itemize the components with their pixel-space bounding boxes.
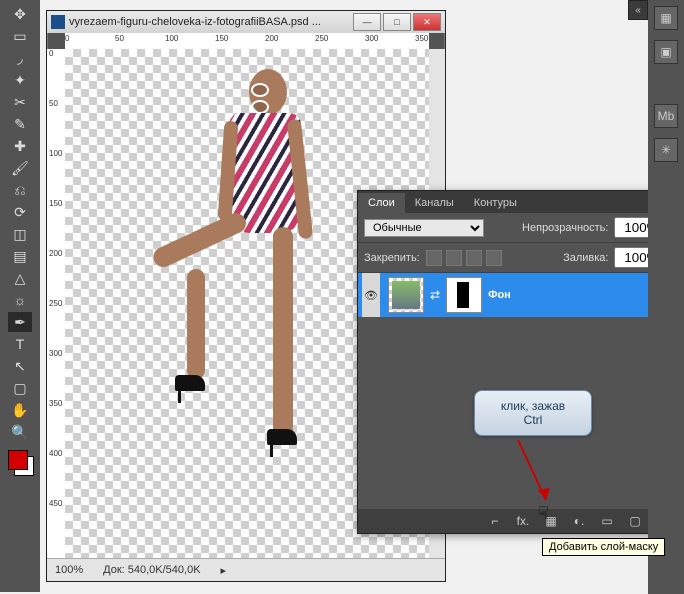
eraser-tool[interactable]: ◫ bbox=[8, 224, 32, 244]
lock-label: Закрепить: bbox=[364, 252, 420, 264]
lock-row: Закрепить: Заливка: ▸ bbox=[358, 243, 680, 273]
link-icon[interactable]: ⇄ bbox=[430, 288, 440, 302]
styles-icon[interactable]: ✳ bbox=[654, 138, 678, 162]
app-icon bbox=[51, 15, 65, 29]
eyedropper-tool[interactable]: ✎ bbox=[8, 114, 32, 134]
blur-tool[interactable]: △ bbox=[8, 268, 32, 288]
lock-pixels-icon[interactable] bbox=[446, 250, 462, 266]
ruler-vertical[interactable]: 0 50 100 150 200 250 300 350 400 450 bbox=[47, 49, 65, 559]
tooltip: Добавить слой-маску bbox=[542, 538, 665, 556]
tab-layers[interactable]: Слои bbox=[358, 193, 405, 213]
move-tool[interactable]: ✥ bbox=[8, 4, 32, 24]
panel-tabs: Слои Каналы Контуры ▸≡ bbox=[358, 191, 680, 213]
history-brush-tool[interactable]: ⟳ bbox=[8, 202, 32, 222]
toolbox: ✥ ▭ ◞ ✦ ✂ ✎ ✚ 🖌 ⎌ ⟳ ◫ ▤ △ ☼ ✒ T ↖ ▢ ✋ 🔍 bbox=[0, 0, 40, 592]
lock-position-icon[interactable] bbox=[466, 250, 482, 266]
marquee-tool[interactable]: ▭ bbox=[8, 26, 32, 46]
mask-thumbnail[interactable] bbox=[446, 277, 482, 313]
link-icon[interactable]: ⌐ bbox=[486, 512, 504, 530]
pen-tool[interactable]: ✒ bbox=[8, 312, 32, 332]
layers-panel: Слои Каналы Контуры ▸≡ Обычные Непрозрач… bbox=[357, 190, 681, 534]
type-tool[interactable]: T bbox=[8, 334, 32, 354]
swatches-icon[interactable]: ▣ bbox=[654, 40, 678, 64]
brush-tool[interactable]: 🖌 bbox=[8, 158, 32, 178]
right-dock: ▦ ▣ Mb ✳ bbox=[648, 0, 684, 594]
maximize-button[interactable]: □ bbox=[383, 13, 411, 31]
ruler-horizontal[interactable]: 0 50 100 150 200 250 300 350 bbox=[65, 33, 429, 49]
blend-mode-select[interactable]: Обычные bbox=[364, 219, 484, 237]
panel-footer: ⌐ fx. ▦ ◐. ▭ ▢ 🗑 bbox=[358, 509, 680, 533]
character-icon[interactable]: Mb bbox=[654, 104, 678, 128]
zoom-level[interactable]: 100% bbox=[55, 564, 83, 576]
group-icon[interactable]: ▭ bbox=[598, 512, 616, 530]
visibility-icon[interactable]: 👁 bbox=[362, 273, 380, 317]
panel-expand-icon[interactable]: « bbox=[628, 0, 648, 20]
gradient-tool[interactable]: ▤ bbox=[8, 246, 32, 266]
tab-paths[interactable]: Контуры bbox=[464, 193, 527, 213]
opacity-label: Непрозрачность: bbox=[522, 222, 608, 234]
crop-tool[interactable]: ✂ bbox=[8, 92, 32, 112]
history-icon[interactable]: ▦ bbox=[654, 6, 678, 30]
tab-channels[interactable]: Каналы bbox=[405, 193, 464, 213]
rectangle-tool[interactable]: ▢ bbox=[8, 378, 32, 398]
layer-thumbnail[interactable] bbox=[388, 277, 424, 313]
path-select-tool[interactable]: ↖ bbox=[8, 356, 32, 376]
zoom-tool[interactable]: 🔍 bbox=[8, 422, 32, 442]
instruction-callout: клик, зажав Ctrl bbox=[474, 390, 592, 436]
status-arrow[interactable]: ▸ bbox=[221, 564, 227, 577]
adjustment-icon[interactable]: ◐. bbox=[570, 512, 588, 530]
hand-tool[interactable]: ✋ bbox=[8, 400, 32, 420]
doc-size: Док: 540,0K/540,0K bbox=[103, 564, 200, 576]
fill-label: Заливка: bbox=[563, 252, 608, 264]
status-bar: 100% Док: 540,0K/540,0K ▸ bbox=[47, 558, 445, 581]
callout-line2: Ctrl bbox=[481, 413, 585, 427]
layers-list[interactable]: 👁 ⇄ Фон bbox=[358, 273, 680, 473]
blend-row: Обычные Непрозрачность: ▸ bbox=[358, 213, 680, 243]
fx-icon[interactable]: fx. bbox=[514, 512, 532, 530]
callout-line1: клик, зажав bbox=[481, 399, 585, 413]
lock-transparency-icon[interactable] bbox=[426, 250, 442, 266]
clone-stamp-tool[interactable]: ⎌ bbox=[8, 180, 32, 200]
window-title: vyrezaem-figuru-cheloveka-iz-fotografiiB… bbox=[65, 16, 353, 28]
healing-brush-tool[interactable]: ✚ bbox=[8, 136, 32, 156]
mask-icon[interactable]: ▦ bbox=[542, 512, 560, 530]
cutout-figure bbox=[157, 69, 337, 499]
dodge-tool[interactable]: ☼ bbox=[8, 290, 32, 310]
layer-name[interactable]: Фон bbox=[488, 289, 511, 301]
titlebar[interactable]: vyrezaem-figuru-cheloveka-iz-fotografiiB… bbox=[47, 11, 445, 33]
color-swatch[interactable] bbox=[8, 450, 32, 474]
magic-wand-tool[interactable]: ✦ bbox=[8, 70, 32, 90]
new-layer-icon[interactable]: ▢ bbox=[626, 512, 644, 530]
close-button[interactable]: ✕ bbox=[413, 13, 441, 31]
layer-row[interactable]: 👁 ⇄ Фон bbox=[358, 273, 680, 317]
lock-all-icon[interactable] bbox=[486, 250, 502, 266]
minimize-button[interactable]: — bbox=[353, 13, 381, 31]
lasso-tool[interactable]: ◞ bbox=[8, 48, 32, 68]
